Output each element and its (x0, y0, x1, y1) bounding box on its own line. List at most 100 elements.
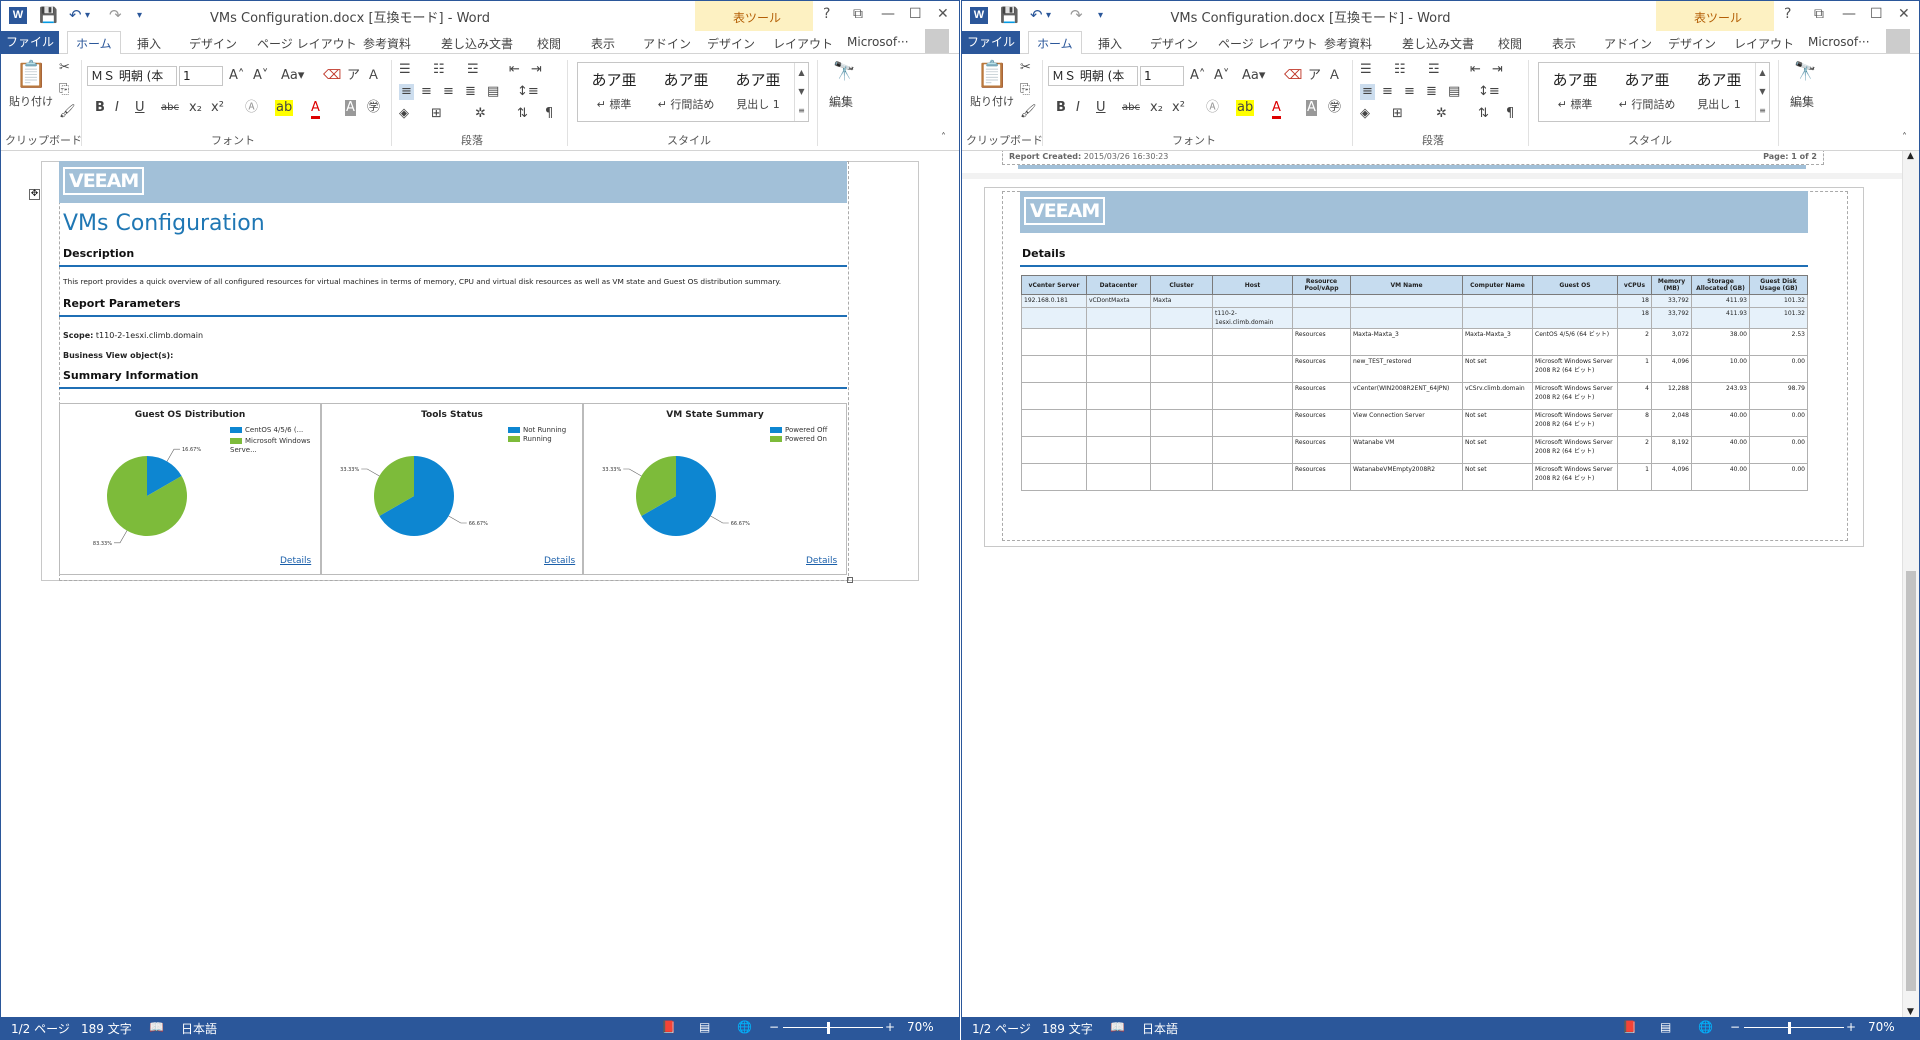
binoculars-icon[interactable]: 🔭 (833, 63, 855, 81)
account-name[interactable]: Microsof··· (1808, 35, 1870, 49)
grow-font-icon[interactable]: A˄ (1190, 68, 1205, 84)
cut-icon[interactable]: ✂ (59, 60, 70, 76)
tab-page-layout[interactable]: ページ レイアウト (257, 35, 357, 52)
proofing-icon[interactable]: 📖 (149, 1020, 164, 1034)
change-case-icon[interactable]: Aa▾ (1242, 68, 1265, 84)
font-color-icon[interactable]: A (311, 100, 320, 119)
font-name-combo[interactable]: ＭＳ 明朝 (本 (1048, 66, 1138, 86)
align-right-icon[interactable]: ≡ (443, 84, 454, 100)
paste-icon[interactable]: 📋 (15, 60, 47, 90)
styles-scroll-icon[interactable]: ▲ ▼ ≡ (794, 63, 808, 121)
copy-icon[interactable]: ⎘ (59, 82, 69, 98)
zoom-out-icon[interactable]: − (1730, 1020, 1740, 1034)
decrease-indent-icon[interactable]: ⇤ (509, 62, 520, 78)
paste-button-label[interactable]: 貼り付け (970, 94, 1014, 110)
ribbon-display-button[interactable]: ⧉ (1814, 6, 1824, 22)
read-mode-icon[interactable]: 📕 (661, 1020, 676, 1034)
details-link[interactable]: Details (806, 556, 837, 566)
page-count[interactable]: 1/2 ページ (972, 1020, 1031, 1037)
paste-icon[interactable]: 📋 (976, 60, 1008, 90)
table-row[interactable]: Resources WatanabeVMEmpty2008R2 Not set Mic… (1021, 463, 1808, 491)
align-left-icon[interactable]: ≡ (1360, 84, 1375, 100)
style-normal[interactable]: あア亜 ↵ 標準 (578, 63, 650, 121)
tab-file[interactable]: ファイル (962, 31, 1020, 54)
table-row[interactable]: 192.168.0.181 vCDontMaxta Maxta 18 33,792 411… (1021, 294, 1808, 308)
zoom-slider[interactable] (1744, 1027, 1844, 1028)
strikethrough-icon[interactable]: abc (161, 100, 179, 116)
word-count[interactable]: 189 文字 (81, 1020, 132, 1037)
justify-icon[interactable]: ≣ (465, 84, 476, 100)
read-mode-icon[interactable]: 📕 (1622, 1020, 1637, 1034)
help-button[interactable]: ? (1784, 6, 1791, 22)
style-heading-1[interactable]: あア亜 見出し 1 (722, 63, 794, 121)
table-row[interactable]: Resources vCenter(WIN2008R2ENT_64JPN) vCSr… (1021, 382, 1808, 410)
clear-format-icon[interactable]: ⌫ (323, 68, 341, 84)
zoom-level[interactable]: 70% (907, 1020, 934, 1034)
underline-icon[interactable]: U (135, 100, 145, 116)
copy-icon[interactable]: ⎘ (1020, 82, 1030, 98)
tab-page-layout[interactable]: ページ レイアウト (1218, 35, 1318, 52)
language[interactable]: 日本語 (1142, 1020, 1178, 1037)
text-effects-icon[interactable]: Ⓐ (1206, 100, 1219, 116)
edit-button-label[interactable]: 編集 (829, 94, 853, 110)
tab-review[interactable]: 校閲 (1498, 35, 1522, 52)
decrease-indent-icon[interactable]: ⇤ (1470, 62, 1481, 78)
sort-icon[interactable]: ⇅ (1478, 106, 1489, 122)
multilevel-list-icon[interactable]: ☲ (1428, 62, 1440, 78)
ribbon-display-button[interactable]: ⧉ (853, 6, 863, 22)
italic-icon[interactable]: I (115, 100, 119, 116)
tab-home[interactable]: ホーム (1028, 31, 1082, 55)
font-name-combo[interactable]: ＭＳ 明朝 (本 (87, 66, 177, 86)
table-row[interactable]: Resources Watanabe VM Not set Microsoft Win… (1021, 436, 1808, 464)
scroll-down-icon[interactable]: ▼ (1907, 1007, 1914, 1017)
enclose-char-icon[interactable]: ㊫ (1328, 100, 1341, 116)
font-size-combo[interactable]: 1 (1140, 66, 1184, 86)
zoom-slider[interactable] (783, 1027, 883, 1028)
tab-design[interactable]: デザイン (189, 35, 237, 52)
tab-insert[interactable]: 挿入 (1098, 35, 1122, 52)
align-right-icon[interactable]: ≡ (1404, 84, 1415, 100)
distributed-icon[interactable]: ▤ (487, 84, 499, 100)
web-layout-icon[interactable]: 🌐 (1698, 1020, 1713, 1034)
binoculars-icon[interactable]: 🔭 (1794, 63, 1816, 81)
sort-icon[interactable]: ⇅ (517, 106, 528, 122)
phonetic-guide-icon[interactable]: ア (1308, 68, 1321, 84)
scroll-thumb[interactable] (1906, 571, 1916, 991)
page-count[interactable]: 1/2 ページ (11, 1020, 70, 1037)
align-center-icon[interactable]: ≡ (421, 84, 432, 100)
line-spacing-icon[interactable]: ↕≡ (517, 84, 539, 100)
subscript-icon[interactable]: x₂ (189, 100, 202, 116)
web-layout-icon[interactable]: 🌐 (737, 1020, 752, 1034)
styles-scroll-icon[interactable]: ▲ ▼ ≡ (1755, 63, 1769, 121)
borders-icon[interactable]: ⊞ (1392, 106, 1403, 122)
multilevel-list-icon[interactable]: ☲ (467, 62, 479, 78)
tab-review[interactable]: 校閲 (537, 35, 561, 52)
phonetic-guide-icon[interactable]: ア (347, 68, 360, 84)
grow-font-icon[interactable]: A˄ (229, 68, 244, 84)
tab-design[interactable]: デザイン (1150, 35, 1198, 52)
close-button[interactable]: ✕ (937, 6, 949, 22)
tab-mailings[interactable]: 差し込み文書 (1402, 35, 1474, 52)
text-effects-icon[interactable]: Ⓐ (245, 100, 258, 116)
format-painter-icon[interactable]: 🖌 (1020, 104, 1037, 120)
bold-icon[interactable]: B (95, 100, 105, 116)
details-link[interactable]: Details (544, 556, 575, 566)
table-row[interactable]: t110-2-1esxi.climb.domain 18 33,792 411.93 1… (1021, 307, 1808, 329)
bullets-icon[interactable]: ☰ (399, 62, 411, 78)
tab-mailings[interactable]: 差し込み文書 (441, 35, 513, 52)
char-shading-icon[interactable]: A (1306, 100, 1317, 116)
language[interactable]: 日本語 (181, 1020, 217, 1037)
increase-indent-icon[interactable]: ⇥ (1492, 62, 1503, 78)
tab-view[interactable]: 表示 (591, 35, 615, 52)
style-normal[interactable]: あア亜 ↵ 標準 (1539, 63, 1611, 121)
zoom-thumb[interactable] (827, 1022, 830, 1034)
numbering-icon[interactable]: ☷ (1394, 62, 1406, 78)
print-layout-icon[interactable]: ▤ (1660, 1020, 1671, 1034)
tab-references[interactable]: 参考資料 (1324, 35, 1372, 52)
tab-table-design[interactable]: デザイン (1668, 35, 1716, 52)
increase-indent-icon[interactable]: ⇥ (531, 62, 542, 78)
account-avatar[interactable] (1886, 29, 1910, 53)
zoom-level[interactable]: 70% (1868, 1020, 1895, 1034)
minimize-button[interactable]: — (881, 6, 895, 22)
italic-icon[interactable]: I (1076, 100, 1080, 116)
